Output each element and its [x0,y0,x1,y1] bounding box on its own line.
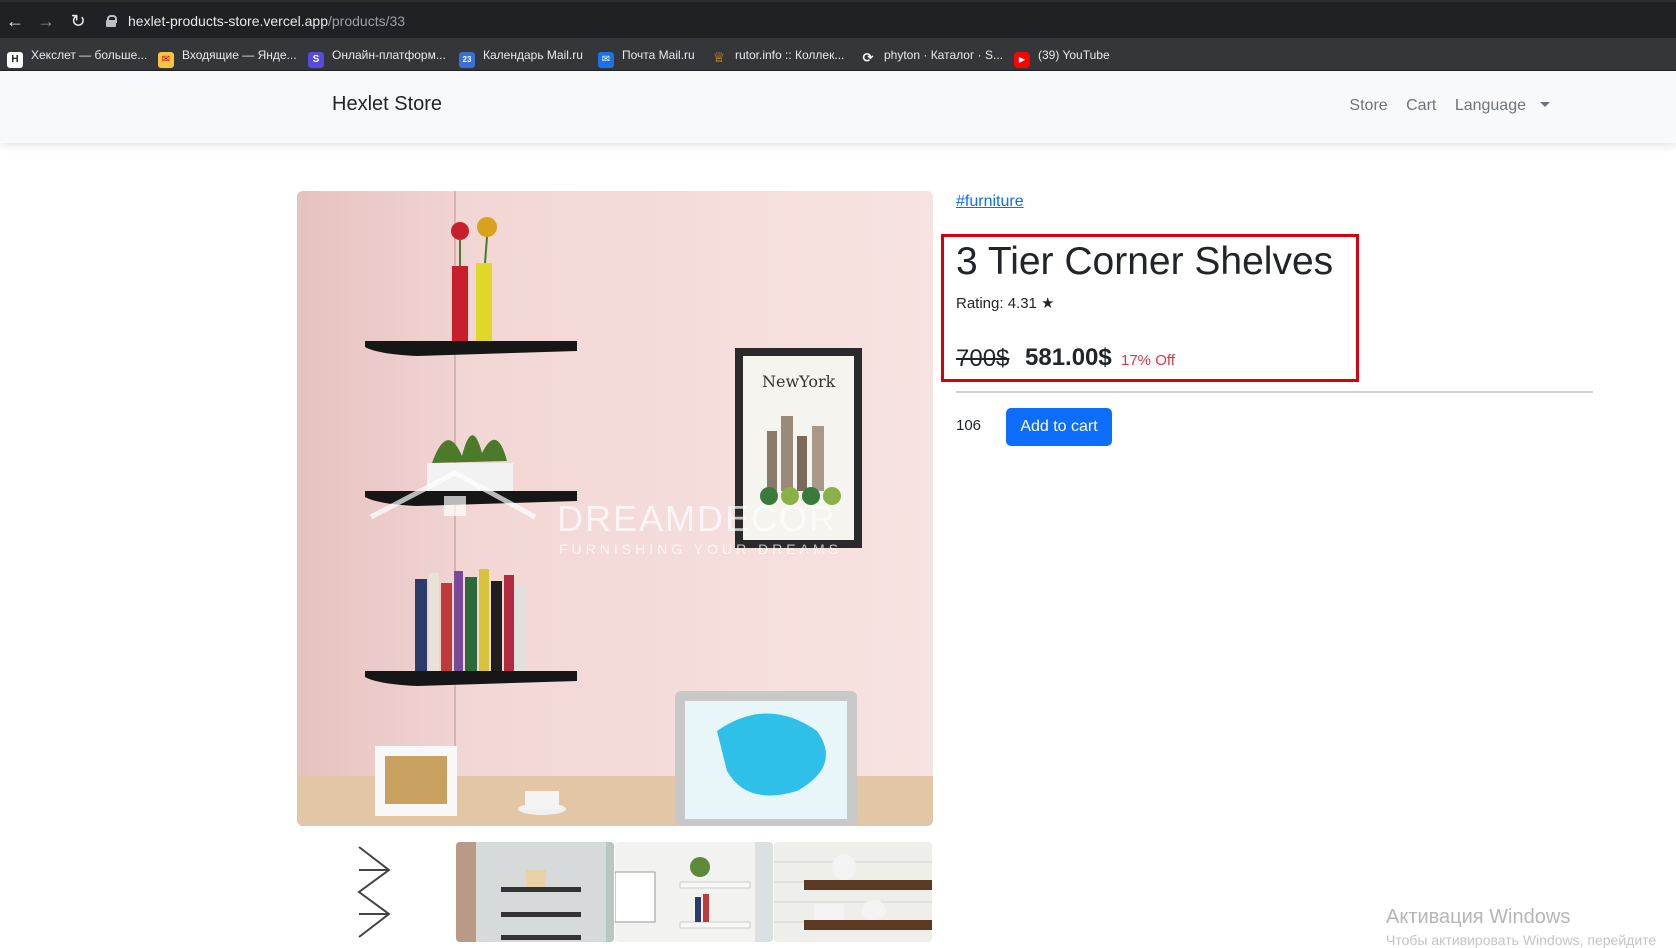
current-price: 581.00$ [1025,344,1112,371]
browser-address-bar: ← → ↻ hexlet-products-store.vercel.app/p… [0,0,1676,38]
caret-down-icon [1540,102,1550,107]
reload-icon[interactable]: ↻ [65,8,91,34]
bookmark-mailru[interactable]: ✉ Почта Mail.ru [598,45,695,68]
site-navbar: Hexlet Store Store Cart Language [0,71,1676,143]
bookmark-youtube[interactable]: ▶ (39) YouTube [1014,45,1110,68]
category-tag-link[interactable]: #furniture [956,193,1024,211]
nav-cart-link[interactable]: Cart [1406,97,1436,114]
nav-store-link[interactable]: Store [1349,97,1387,114]
bookmark-calendar[interactable]: 23 Календарь Mail.ru [459,45,583,68]
bookmark-hexlet[interactable]: H Хекслет — больше... [7,45,148,68]
thumbnail-4-illustration [774,842,932,942]
language-label: Language [1454,97,1526,114]
watermark-brand-text: DREAMDECOR [557,498,837,539]
bookmark-label: Онлайн-платформ... [332,48,446,62]
bookmark-label: (39) YouTube [1038,48,1110,62]
platform-s-icon: S [308,52,324,68]
bookmark-label: Входящие — Янде... [182,48,297,62]
windows-activation-subtitle: Чтобы активировать Windows, перейдите [1386,932,1657,948]
url-path: /products/33 [328,13,406,29]
bookmarks-bar: H Хекслет — больше... ✉ Входящие — Янде...… [0,38,1676,71]
thumbnail-1[interactable] [297,842,455,942]
nav-links: Store Cart Language [1335,97,1550,115]
thumbnail-3[interactable] [615,842,773,942]
bookmark-yandex-mail[interactable]: ✉ Входящие — Янде... [158,45,297,68]
back-arrow-icon[interactable]: ← [2,8,28,34]
discount-label: 17% Off [1121,352,1175,369]
bookmark-label: rutor.info :: Коллек... [735,48,845,62]
bookmark-stepik[interactable]: ⟳ phyton · Каталог · S... [860,45,1003,65]
bookmark-rutor[interactable]: ♕ rutor.info :: Коллек... [711,45,845,65]
thumbnail-4[interactable] [774,842,932,942]
hexlet-icon: H [7,52,23,68]
brand-link[interactable]: Hexlet Store [332,93,442,116]
windows-activation-title: Активация Windows [1386,906,1571,928]
rutor-icon: ♕ [712,49,726,65]
mailru-icon: ✉ [598,52,614,68]
url-host: hexlet-products-store.vercel.app [128,13,328,29]
product-photo-illustration: NewYork DREAMDECOR FURNISHING YOUR DREAM… [297,191,933,826]
thumbnail-3-illustration [615,842,773,942]
forward-arrow-icon[interactable]: → [33,8,59,34]
youtube-icon: ▶ [1014,52,1030,68]
bookmark-label: Хекслет — больше... [31,48,148,62]
product-main-image: NewYork DREAMDECOR FURNISHING YOUR DREAM… [297,191,933,826]
add-to-cart-button[interactable]: Add to cart [1006,408,1112,446]
bookmark-label: phyton · Каталог · S... [884,48,1003,62]
bookmark-online-platform[interactable]: S Онлайн-платформ... [308,45,446,68]
url-field[interactable]: hexlet-products-store.vercel.app/product… [106,11,405,31]
lock-icon [106,15,117,27]
product-title: 3 Tier Corner Shelves [956,240,1334,283]
thumbnail-1-illustration [357,846,391,938]
bookmark-label: Календарь Mail.ru [483,48,583,62]
divider [956,391,1593,393]
calendar-icon: 23 [459,52,475,68]
poster-text: NewYork [762,372,836,391]
watermark-tagline-text: FURNISHING YOUR DREAMS [559,541,842,557]
thumbnail-strip [297,842,933,942]
product-rating: Rating: 4.31 ★ [956,295,1055,312]
stock-quantity: 106 [956,417,982,434]
old-price: 700$ [956,345,1010,372]
bookmark-label: Почта Mail.ru [622,48,695,62]
thumbnail-2[interactable] [456,842,614,942]
stepik-icon: ⟳ [862,50,874,65]
thumbnail-2-illustration [456,842,614,942]
language-dropdown[interactable]: Language [1455,97,1550,114]
mail-envelope-icon: ✉ [158,52,174,68]
